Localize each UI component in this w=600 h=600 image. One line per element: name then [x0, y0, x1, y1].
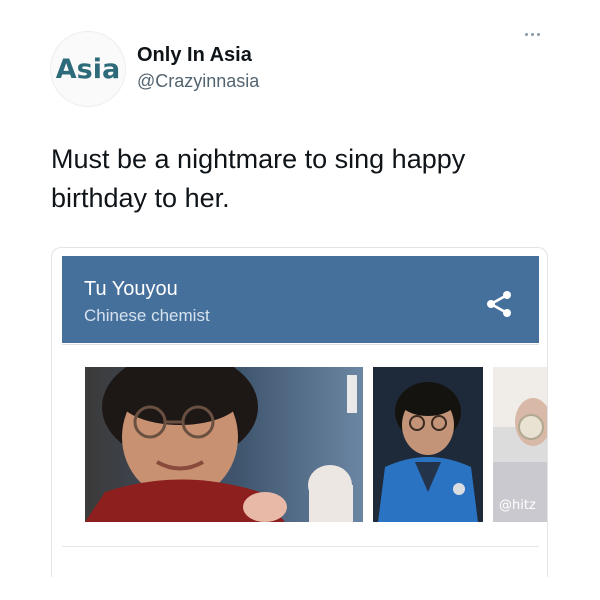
avatar-logo-text: Asia — [55, 53, 121, 85]
card-footer-divider — [62, 546, 539, 547]
card-divider — [62, 344, 539, 345]
tweet-text: Must be a nightmare to sing happy birthd… — [51, 144, 466, 213]
knowledge-card[interactable]: Tu Youyou Chinese chemist @hitz — [51, 247, 548, 577]
share-icon[interactable] — [484, 289, 514, 319]
image-watermark: @hitz — [499, 498, 536, 513]
lab-flask-photo[interactable]: @hitz — [493, 367, 547, 522]
avatar[interactable]: Asia — [50, 31, 126, 107]
author-display-name[interactable]: Only In Asia — [137, 44, 252, 67]
portrait-blue-jacket-photo[interactable] — [373, 367, 483, 522]
card-subtitle: Chinese chemist — [84, 306, 210, 325]
more-dots-icon[interactable] — [525, 33, 540, 36]
portrait-smiling-photo[interactable] — [85, 367, 363, 522]
card-header: Tu Youyou Chinese chemist — [62, 256, 539, 343]
card-title: Tu Youyou — [84, 278, 178, 300]
author-handle[interactable]: @Crazyinnasia — [137, 71, 259, 92]
